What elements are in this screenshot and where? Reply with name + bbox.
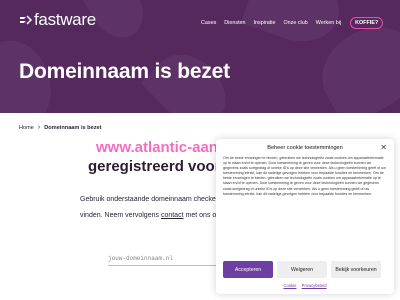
main-nav: Cases Diensten Inspiratie Onze club Werk… — [201, 17, 384, 29]
breadcrumb-current: Domeinnaam is bezet — [44, 124, 102, 131]
accept-button[interactable]: Accepteren — [223, 261, 273, 278]
domain-search-input[interactable] — [108, 252, 216, 266]
cookie-buttons: Accepteren Weigeren Bekijk voorkeuren — [223, 261, 381, 278]
cookie-title: Beheer cookie toestemmingen — [267, 145, 343, 151]
privacy-policy-link[interactable]: Privacybeleid — [302, 283, 327, 288]
intro-part-2: vinden. Neem vervolgens — [80, 212, 159, 219]
logo-mark-icon — [20, 15, 32, 25]
cookie-body: Om de beste ervaringen te bieden, gebrui… — [223, 156, 386, 196]
cookie-consent-dialog: Beheer cookie toestemmingen ✕ Om de best… — [216, 139, 394, 294]
preferences-button[interactable]: Bekijk voorkeuren — [331, 261, 381, 278]
cookie-links: Cookie Privacybeleid — [216, 283, 394, 288]
breadcrumb: Home › Domeinnaam is bezet — [19, 124, 101, 131]
nav-diensten[interactable]: Diensten — [224, 20, 245, 26]
nav-onze-club[interactable]: Onze club — [283, 20, 307, 26]
intro-part-1: Gebruik onderstaande domeinnaam checker … — [80, 196, 238, 203]
logo-text: fastware — [34, 10, 96, 29]
nav-cases[interactable]: Cases — [201, 20, 216, 26]
page-title: Domeinnaam is bezet — [19, 60, 230, 83]
close-icon[interactable]: ✕ — [380, 143, 387, 152]
nav-inspiratie[interactable]: Inspiratie — [254, 20, 276, 26]
breadcrumb-home[interactable]: Home — [19, 125, 34, 131]
chevron-right-icon: › — [37, 124, 41, 131]
nav-werken-bij[interactable]: Werken bij — [316, 20, 341, 26]
contact-link[interactable]: contact — [161, 212, 184, 219]
cookie-policy-link[interactable]: Cookie — [283, 283, 296, 288]
koffie-button[interactable]: KOFFIE? — [350, 17, 384, 29]
domain-name-heading: www.atlantic-aan — [96, 139, 218, 156]
fastware-logo[interactable]: fastware — [18, 10, 96, 30]
hero-banner: fastware Cases Diensten Inspiratie Onze … — [0, 0, 400, 113]
deny-button[interactable]: Weigeren — [277, 261, 327, 278]
